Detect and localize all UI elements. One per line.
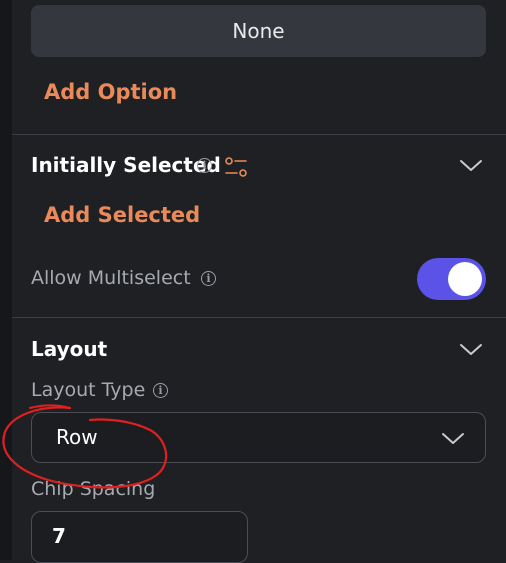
divider	[12, 134, 506, 135]
allow-multiselect-label: Allow Multiselect	[31, 267, 191, 289]
info-icon[interactable]: i	[197, 158, 212, 173]
layout-type-value: Row	[56, 425, 98, 449]
option-none-label: None	[232, 19, 285, 43]
info-icon[interactable]: i	[153, 383, 168, 398]
sliders-icon[interactable]	[224, 156, 248, 178]
layout-title: Layout	[31, 337, 108, 361]
chip-spacing-label: Chip Spacing	[31, 478, 156, 500]
left-edge-bar	[0, 0, 12, 560]
chevron-down-icon[interactable]	[459, 158, 483, 174]
layout-type-select[interactable]: Row	[31, 412, 486, 463]
layout-type-label: Layout Type	[31, 379, 146, 401]
divider	[12, 317, 506, 318]
add-option-button[interactable]: Add Option	[44, 80, 177, 104]
chevron-down-icon	[442, 433, 464, 444]
initially-selected-title: Initially Selected	[31, 153, 221, 177]
toggle-knob	[448, 262, 482, 296]
info-icon[interactable]: i	[201, 271, 216, 286]
option-none[interactable]: None	[31, 5, 486, 57]
chevron-down-icon[interactable]	[459, 342, 483, 358]
chip-spacing-value: 7	[52, 524, 66, 548]
chip-spacing-input[interactable]: 7	[31, 511, 248, 563]
add-selected-button[interactable]: Add Selected	[44, 203, 200, 227]
allow-multiselect-toggle[interactable]	[417, 258, 486, 300]
